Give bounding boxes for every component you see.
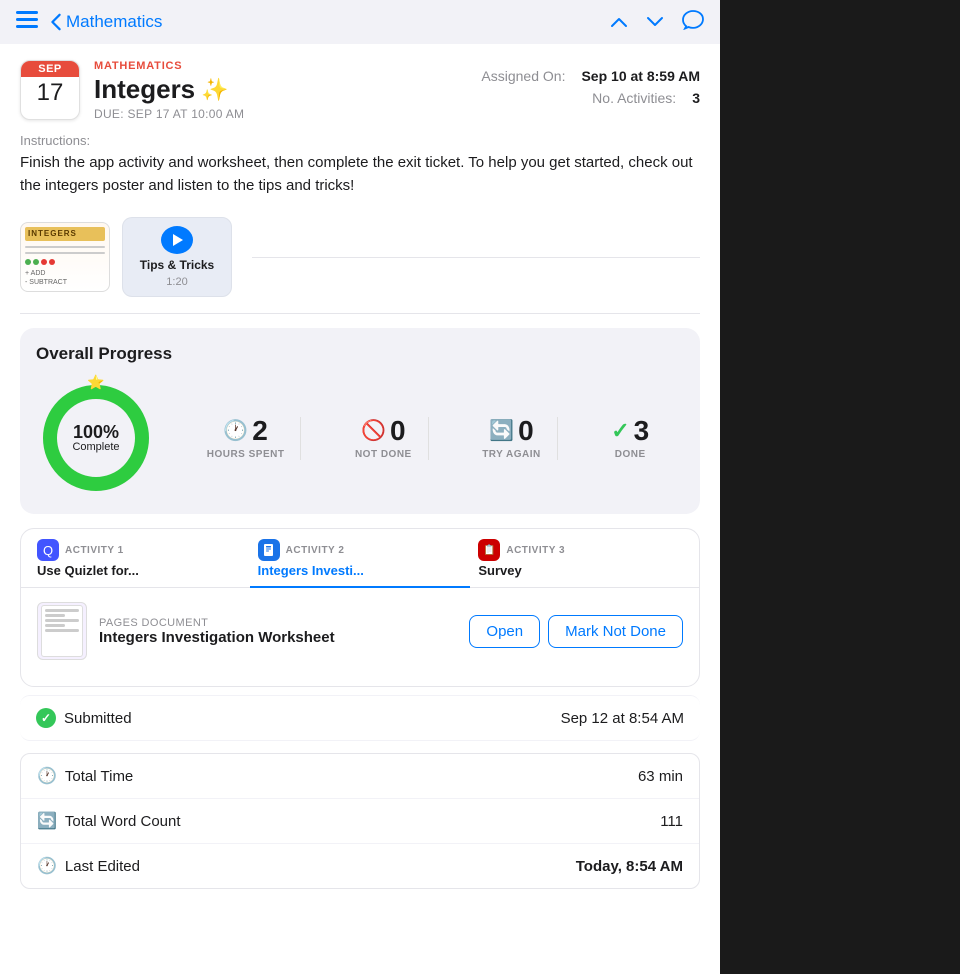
not-done-icon: 🚫 [361,418,386,443]
assignment-header: SEP 17 MATHEMATICS Integers ✨ DUE: SEP 1… [0,44,720,133]
video-label: Tips & Tricks [140,258,214,272]
stat-done: ✓ 3 DONE [595,417,665,460]
doc-type: PAGES DOCUMENT [99,617,457,629]
sidebar-toggle-button[interactable] [16,11,38,34]
assignment-meta: Assigned On: Sep 10 at 8:59 AM No. Activ… [481,60,700,106]
integers-poster-thumb[interactable]: INTEGERS + ADD - SUBTRACT [20,222,110,292]
activity-tab-2[interactable]: ACTIVITY 2 Integers Investi... [250,529,471,588]
activity-tab-1[interactable]: Q ACTIVITY 1 Use Quizlet for... [29,529,250,588]
word-count-row: 🔄 Total Word Count 111 [21,799,699,844]
progress-donut: ⭐ 100% Complete [36,378,156,498]
submitted-label: Submitted [64,710,132,727]
donut-label: Complete [72,441,119,453]
open-button[interactable]: Open [469,615,540,648]
activity-1-name: Use Quizlet for... [37,563,139,578]
attachments-row: INTEGERS + ADD - SUBTRACT [0,209,720,313]
total-time-row: 🕐 Total Time 63 min [21,754,699,799]
donut-star-icon: ⭐ [87,374,104,391]
doc-thumbnail [37,602,87,660]
submitted-row: ✓ Submitted Sep 12 at 8:54 AM [20,695,700,741]
activities-section: Q ACTIVITY 1 Use Quizlet for... [20,528,700,687]
chevron-down-icon[interactable] [646,12,664,33]
pages-icon [258,539,280,561]
word-count-value: 111 [660,813,683,830]
instructions-label: Instructions: [20,133,700,148]
try-again-icon: 🔄 [489,418,514,443]
submitted-check-icon: ✓ [36,708,56,728]
done-icon: ✓ [611,418,629,444]
progress-section: Overall Progress ⭐ 100% Complete [20,328,700,514]
right-panel [720,0,960,974]
subject-label: MATHEMATICS [94,60,244,72]
hours-icon: 🕐 [223,418,248,443]
activity-2-name: Integers Investi... [258,563,364,578]
quizlet-icon: Q [37,539,59,561]
word-count-icon: 🔄 [37,811,57,831]
submitted-date: Sep 12 at 8:54 AM [561,710,684,727]
donut-percent: 100% [72,423,119,441]
last-edited-value: Today, 8:54 AM [576,858,683,875]
instructions-section: Instructions: Finish the app activity an… [0,133,720,209]
due-date: DUE: SEP 17 AT 10:00 AM [94,107,244,121]
video-duration: 1:20 [166,276,187,288]
mark-not-done-button[interactable]: Mark Not Done [548,615,683,648]
play-button[interactable] [161,226,193,254]
stat-try-again: 🔄 0 TRY AGAIN [466,417,558,460]
chevron-up-icon[interactable] [610,12,628,33]
activity-3-name: Survey [478,563,521,578]
tips-tricks-video[interactable]: Tips & Tricks 1:20 [122,217,232,297]
doc-name: Integers Investigation Worksheet [99,629,457,646]
back-button[interactable]: Mathematics [50,12,162,32]
progress-title: Overall Progress [36,344,684,364]
activities-tabs: Q ACTIVITY 1 Use Quizlet for... [21,529,699,588]
nav-bar: Mathematics [0,0,720,44]
stats-grid: 🕐 2 HOURS SPENT 🚫 0 NOT DONE [172,417,684,460]
total-time-icon: 🕐 [37,766,57,786]
stat-not-done: 🚫 0 NOT DONE [339,417,429,460]
assignment-title: Integers ✨ [94,74,244,105]
activity-content: PAGES DOCUMENT Integers Investigation Wo… [21,588,699,686]
activity-tab-3[interactable]: 📋 ACTIVITY 3 Survey [470,529,691,588]
survey-icon: 📋 [478,539,500,561]
last-edited-icon: 🕐 [37,856,57,876]
total-time-value: 63 min [638,768,683,785]
doc-info: PAGES DOCUMENT Integers Investigation Wo… [99,617,457,646]
last-edited-row: 🕐 Last Edited Today, 8:54 AM [21,844,699,888]
sparkle-icon: ✨ [201,77,228,103]
instructions-text: Finish the app activity and worksheet, t… [20,152,700,197]
detail-rows: 🕐 Total Time 63 min 🔄 Total Word Count 1… [20,753,700,889]
comment-icon[interactable] [682,10,704,35]
last-edited-label: Last Edited [65,858,140,875]
calendar-icon: SEP 17 [20,60,80,120]
stat-hours-spent: 🕐 2 HOURS SPENT [191,417,302,460]
